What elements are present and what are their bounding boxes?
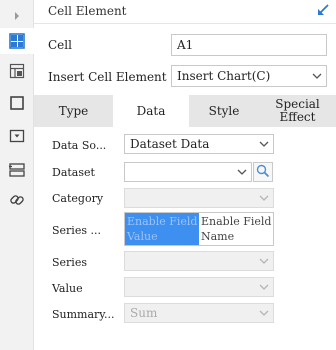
series-label: Series [52, 256, 87, 269]
expand-arrow-icon[interactable] [0, 3, 34, 29]
insert-cell-element-value: Insert Chart(C) [177, 69, 271, 83]
chevron-down-icon [255, 135, 273, 153]
summary-select[interactable]: Sum [124, 303, 274, 323]
pin-icon[interactable] [316, 3, 330, 20]
insert-cell-element-select[interactable]: Insert Chart(C) [171, 65, 327, 87]
cell-label: Cell [48, 38, 72, 52]
dataset-label: Dataset [52, 166, 95, 179]
category-select[interactable] [124, 188, 274, 208]
data-source-value: Dataset Data [130, 137, 210, 151]
panel-title: Cell Element [48, 4, 127, 18]
cell-element-panel: Cell Element Cell A1 Insert Cell Element… [34, 0, 336, 350]
border-icon[interactable] [0, 90, 34, 116]
data-source-select[interactable]: Dataset Data [124, 134, 274, 154]
value-label: Value [52, 282, 83, 295]
chevron-down-icon [255, 252, 273, 270]
hyperlink-icon[interactable] [0, 187, 34, 213]
panel-header: Cell Element [34, 0, 336, 24]
condition-icon[interactable] [0, 157, 34, 183]
series-select[interactable] [124, 251, 274, 271]
category-label: Category [52, 192, 104, 205]
chevron-down-icon [255, 189, 273, 207]
search-icon [256, 164, 270, 181]
tab-bar: Type Data Style Special Effect [34, 95, 336, 127]
data-source-label: Data So... [52, 139, 107, 152]
chevron-down-icon [308, 66, 326, 86]
enable-field-name-option[interactable]: Enable Field Name [200, 213, 274, 245]
series-name-toggle: Enable Field Value Enable Field Name [124, 212, 274, 246]
tab-data[interactable]: Data [113, 95, 189, 127]
tab-special-effect[interactable]: Special Effect [259, 95, 336, 127]
tab-type[interactable]: Type [34, 95, 113, 127]
chevron-down-icon [255, 278, 273, 296]
widget-icon[interactable] [0, 123, 34, 149]
dataset-search-button[interactable] [253, 162, 273, 182]
side-rail [0, 0, 34, 350]
chevron-down-icon [255, 304, 273, 322]
enable-field-value-option[interactable]: Enable Field Value [125, 213, 199, 245]
summary-label: Summary... [52, 308, 115, 321]
cell-input[interactable]: A1 [171, 34, 327, 56]
series-name-label: Series ... [52, 224, 101, 237]
chevron-down-icon [233, 163, 251, 181]
summary-value: Sum [130, 306, 158, 320]
tab-style[interactable]: Style [189, 95, 259, 127]
insert-cell-element-label: Insert Cell Element [48, 70, 167, 84]
cell-element-icon[interactable] [0, 28, 34, 54]
value-select[interactable] [124, 277, 274, 297]
dataset-select[interactable] [124, 162, 252, 182]
cell-attribute-icon[interactable] [0, 58, 34, 84]
